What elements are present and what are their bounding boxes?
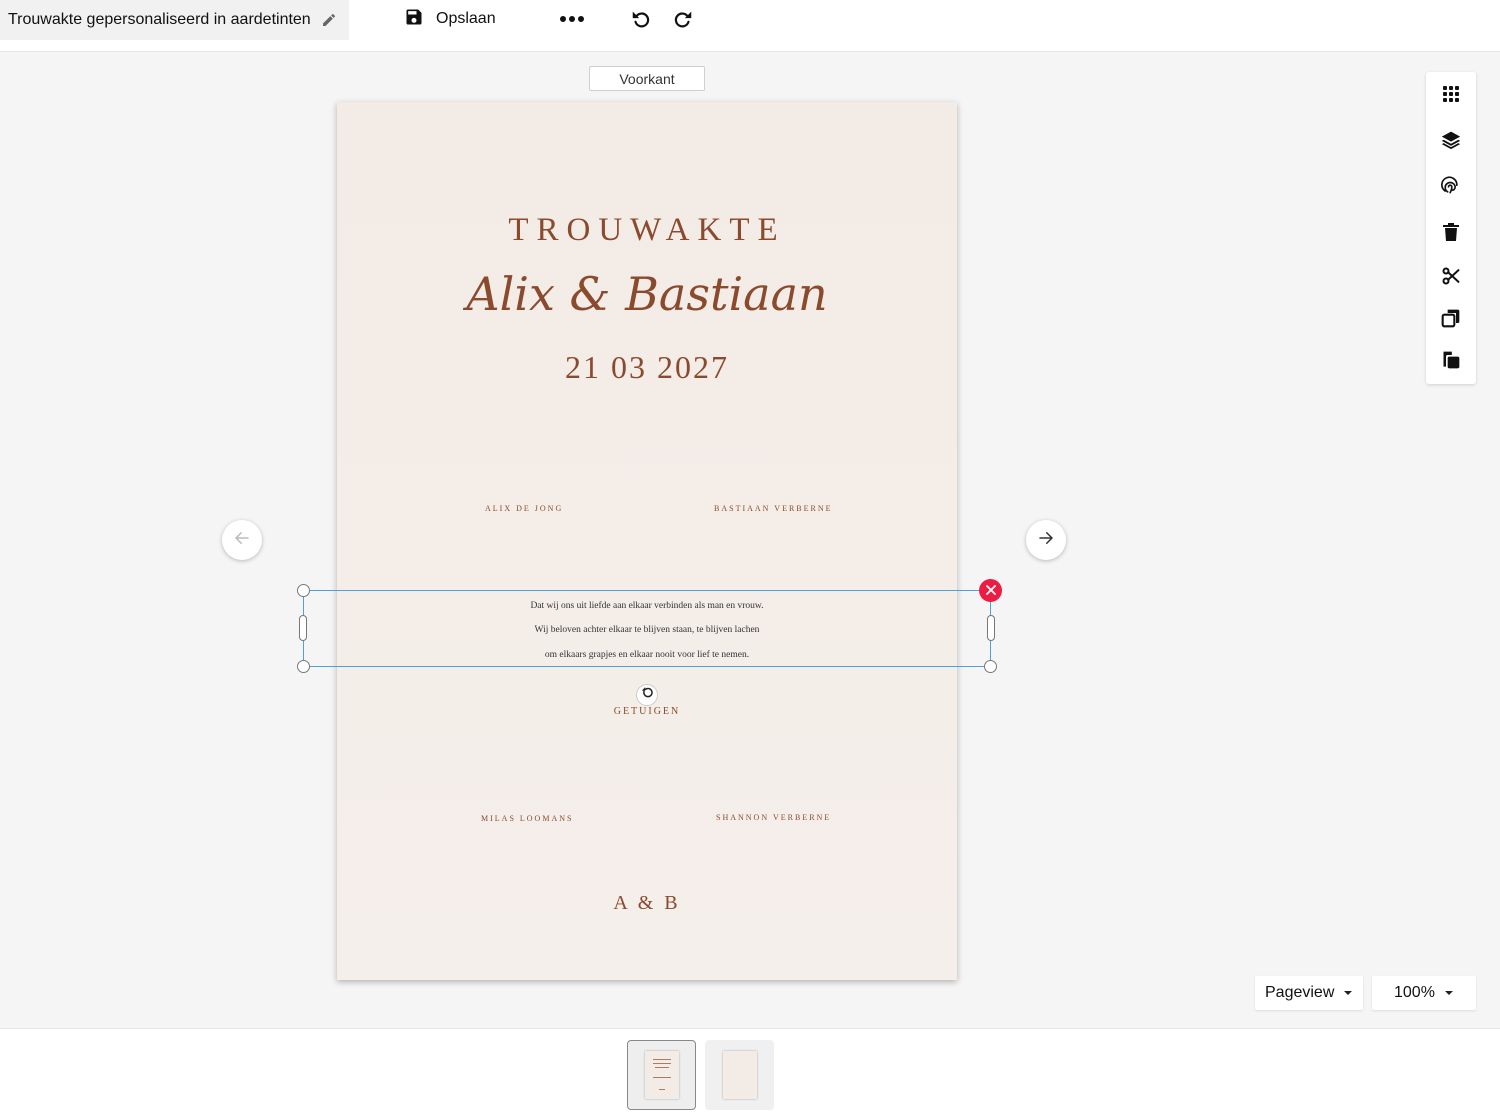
witness-2[interactable]: SHANNON VERBERNE (716, 813, 831, 822)
layers-icon[interactable] (1439, 128, 1463, 152)
resize-handle-left[interactable] (299, 615, 307, 641)
pencil-icon[interactable] (321, 12, 337, 28)
document-title-text: Trouwakte gepersonaliseerd in aardetinte… (8, 11, 311, 28)
caret-down-icon (1444, 991, 1453, 995)
vow-line: Dat wij ons uit liefde aan elkaar verbin… (530, 601, 764, 611)
card-title[interactable]: TROUWAKTE (337, 212, 957, 249)
more-options-icon[interactable] (558, 8, 586, 30)
paste-icon[interactable] (1439, 348, 1463, 372)
resize-handle-bottom-right[interactable] (984, 660, 997, 673)
copy-icon[interactable] (1439, 306, 1463, 330)
vow-line: Wij beloven achter elkaar te blijven sta… (534, 625, 760, 635)
thumbnail-preview (722, 1051, 757, 1099)
page-thumbnail-back[interactable] (705, 1040, 774, 1110)
zoom-dropdown[interactable]: 100% (1372, 976, 1476, 1010)
card-front[interactable]: TROUWAKTE Alix & Bastiaan 21 03 2027 ALI… (337, 102, 957, 980)
selected-text-box[interactable]: Dat wij ons uit liefde aan elkaar verbin… (303, 590, 991, 667)
trash-icon[interactable] (1439, 220, 1463, 244)
arrow-right-icon (1037, 529, 1055, 552)
document-title[interactable]: Trouwakte gepersonaliseerd in aardetinte… (0, 0, 349, 40)
card-date[interactable]: 21 03 2027 (337, 349, 957, 386)
delete-element-button[interactable] (979, 579, 1002, 602)
witness-1[interactable]: MILAS LOOMANS (481, 814, 573, 823)
thumbnail-preview (644, 1051, 679, 1099)
undo-icon[interactable] (628, 6, 654, 32)
svg-text:Alix & Bastiaan: Alix & Bastiaan (462, 267, 827, 321)
zoom-value: 100% (1394, 984, 1435, 1001)
arrow-left-icon (233, 529, 251, 552)
scissors-icon[interactable] (1439, 264, 1463, 288)
view-mode-value: Pageview (1265, 984, 1335, 1001)
resize-handle-bottom-left[interactable] (297, 660, 310, 673)
name-partner-1[interactable]: ALIX DE JONG (485, 504, 563, 513)
grid-icon[interactable] (1439, 82, 1463, 106)
next-page-button[interactable] (1026, 520, 1066, 560)
fingerprint-icon[interactable] (1439, 174, 1463, 198)
top-bar: Trouwakte gepersonaliseerd in aardetinte… (0, 0, 1500, 52)
view-mode-dropdown[interactable]: Pageview (1255, 976, 1363, 1010)
save-icon (404, 7, 424, 32)
previous-page-button[interactable] (222, 520, 262, 560)
side-label[interactable]: Voorkant (589, 66, 705, 91)
caret-down-icon (1344, 991, 1353, 995)
rotate-icon (640, 686, 654, 705)
names-script[interactable]: Alix & Bastiaan (337, 258, 957, 338)
rotate-handle[interactable] (636, 684, 658, 706)
save-label: Opslaan (436, 10, 496, 27)
right-toolbar (1426, 72, 1476, 384)
witnesses-heading[interactable]: GETUIGEN (337, 706, 957, 717)
close-icon (985, 582, 996, 600)
redo-icon[interactable] (670, 6, 696, 32)
save-button[interactable]: Opslaan (404, 6, 496, 32)
name-partner-2[interactable]: BASTIAAN VERBERNE (714, 504, 833, 513)
resize-handle-right[interactable] (987, 615, 995, 641)
resize-handle-top-left[interactable] (297, 584, 310, 597)
vow-line: om elkaars grapjes en elkaar nooit voor … (544, 650, 750, 660)
page-thumbnail-front[interactable] (627, 1040, 696, 1110)
initials[interactable]: A & B (337, 892, 957, 915)
